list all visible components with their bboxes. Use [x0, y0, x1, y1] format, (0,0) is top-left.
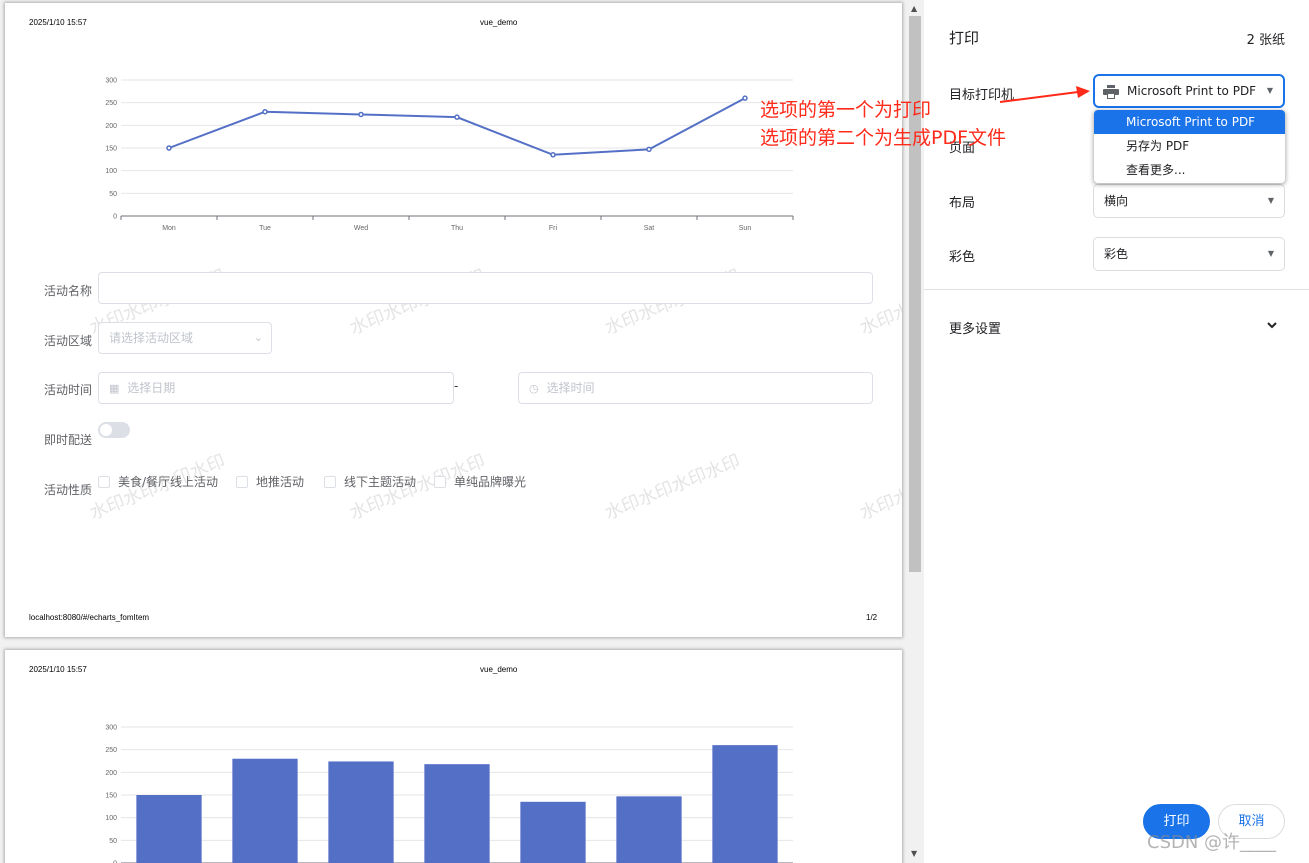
y-tick-label: 200 [105, 770, 117, 777]
layout-select[interactable]: 横向 ▼ [1093, 184, 1285, 218]
sheet-count: 2 张纸 [1246, 33, 1285, 48]
x-tick-label: Sun [739, 225, 752, 232]
chevron-down-icon: ⌄ [253, 331, 263, 344]
activity-region-label: 活动区域 [44, 334, 93, 348]
time-placeholder: 选择时间 [546, 381, 595, 395]
data-point [166, 145, 172, 151]
layout-value: 横向 [1104, 194, 1129, 208]
color-label: 彩色 [949, 250, 976, 265]
data-point [742, 95, 748, 101]
x-tick-label: Tue [259, 225, 271, 232]
layout-label: 布局 [949, 196, 976, 211]
color-select[interactable]: 彩色 ▼ [1093, 237, 1285, 271]
y-tick-label: 150 [105, 146, 117, 153]
type-checkbox-ground[interactable]: 地推活动 [236, 473, 304, 490]
scroll-up-icon[interactable]: ▲ [911, 4, 917, 13]
y-tick-label: 50 [109, 838, 117, 845]
y-tick-label: 100 [105, 815, 117, 822]
bar [328, 761, 394, 863]
bar-chart: 050100150200250300 [105, 725, 793, 863]
chevron-down-icon[interactable] [1265, 318, 1279, 332]
x-tick-label: Fri [549, 225, 558, 232]
y-tick-label: 150 [105, 793, 117, 800]
y-tick-label: 250 [105, 747, 117, 754]
data-point [262, 108, 268, 115]
x-tick-label: Thu [451, 225, 463, 232]
page-footer-number: 1/2 [866, 613, 878, 622]
range-separator: - [454, 379, 459, 393]
data-point [550, 152, 556, 158]
y-tick-label: 250 [105, 100, 117, 107]
activity-name-input[interactable] [98, 272, 873, 304]
watermark: 水印水印水印水印 [856, 450, 902, 525]
section-divider [924, 289, 1309, 290]
destination-option-print-to-pdf[interactable]: Microsoft Print to PDF [1094, 110, 1285, 134]
destination-select[interactable]: Microsoft Print to PDF ▼ [1093, 74, 1285, 108]
destination-option-save-as-pdf[interactable]: 另存为 PDF [1094, 134, 1285, 158]
date-placeholder: 选择日期 [127, 381, 176, 395]
y-tick-label: 300 [105, 78, 117, 85]
y-tick-label: 100 [105, 168, 117, 175]
printer-icon [1103, 85, 1119, 99]
activity-type-label: 活动性质 [44, 483, 93, 497]
region-placeholder: 请选择活动区域 [109, 331, 194, 345]
scroll-down-icon[interactable]: ▼ [911, 849, 917, 858]
destination-label: 目标打印机 [949, 88, 1015, 103]
page-footer-url: localhost:8080/#/echarts_fomItem [29, 613, 150, 622]
activity-name-label: 活动名称 [44, 284, 93, 298]
checkbox-box [434, 475, 446, 488]
checkbox-box [324, 475, 336, 488]
checkbox-label: 美食/餐厅线上活动 [118, 475, 219, 489]
data-point [646, 146, 652, 153]
csdn-watermark: CSDN @许____ [1147, 832, 1277, 853]
annotation-line-2: 选项的第二个为生成PDF文件 [760, 127, 1007, 149]
caret-down-icon: ▼ [1266, 86, 1273, 95]
checkbox-box [98, 475, 110, 488]
line-series [168, 97, 746, 156]
y-tick-label: 50 [109, 191, 117, 198]
instant-delivery-switch[interactable] [98, 422, 130, 438]
preview-page-2: 2025/1/10 15:57 vue_demo 050100150200250… [5, 650, 902, 863]
bar [616, 796, 682, 863]
checkbox-box [236, 475, 248, 488]
date-picker-input[interactable]: ▦ 选择日期 [98, 372, 454, 404]
time-picker-input[interactable]: ◷ 选择时间 [518, 372, 873, 404]
activity-time-label: 活动时间 [44, 383, 93, 397]
instant-delivery-label: 即时配送 [44, 433, 93, 447]
clock-icon: ◷ [529, 382, 539, 395]
type-checkbox-brand[interactable]: 单纯品牌曝光 [434, 473, 526, 490]
activity-region-select[interactable]: 请选择活动区域 ⌄ [98, 322, 272, 354]
destination-option-see-more[interactable]: 查看更多... [1094, 158, 1285, 182]
annotation-line-1: 选项的第一个为打印 [760, 99, 932, 121]
bar [232, 758, 298, 863]
more-settings-toggle[interactable]: 更多设置 [949, 318, 1001, 337]
x-tick-label: Sat [644, 225, 655, 232]
caret-down-icon: ▼ [1267, 249, 1274, 258]
checkbox-label: 线下主题活动 [344, 475, 417, 489]
bar [520, 801, 586, 863]
bar [424, 764, 490, 863]
y-tick-label: 300 [105, 725, 117, 732]
watermark: 水印水印水印水印 [601, 450, 744, 525]
type-checkbox-offline[interactable]: 线下主题活动 [324, 473, 416, 490]
bar [136, 795, 202, 863]
destination-value: Microsoft Print to PDF [1127, 84, 1257, 98]
caret-down-icon: ▼ [1267, 196, 1274, 205]
color-value: 彩色 [1104, 247, 1129, 261]
switch-knob [100, 424, 112, 436]
type-checkbox-food[interactable]: 美食/餐厅线上活动 [98, 473, 218, 490]
data-point [358, 111, 364, 118]
checkbox-label: 地推活动 [256, 475, 305, 489]
data-point [454, 114, 460, 120]
y-tick-label: 200 [105, 123, 117, 130]
checkbox-label: 单纯品牌曝光 [454, 475, 527, 489]
panel-title: 打印 [949, 29, 980, 47]
x-tick-label: Mon [162, 225, 176, 232]
calendar-icon: ▦ [109, 382, 120, 395]
bar [712, 745, 778, 863]
destination-dropdown: Microsoft Print to PDF 另存为 PDF 查看更多... [1094, 110, 1285, 183]
x-tick-label: Wed [354, 225, 368, 232]
y-tick-label: 0 [113, 214, 117, 221]
